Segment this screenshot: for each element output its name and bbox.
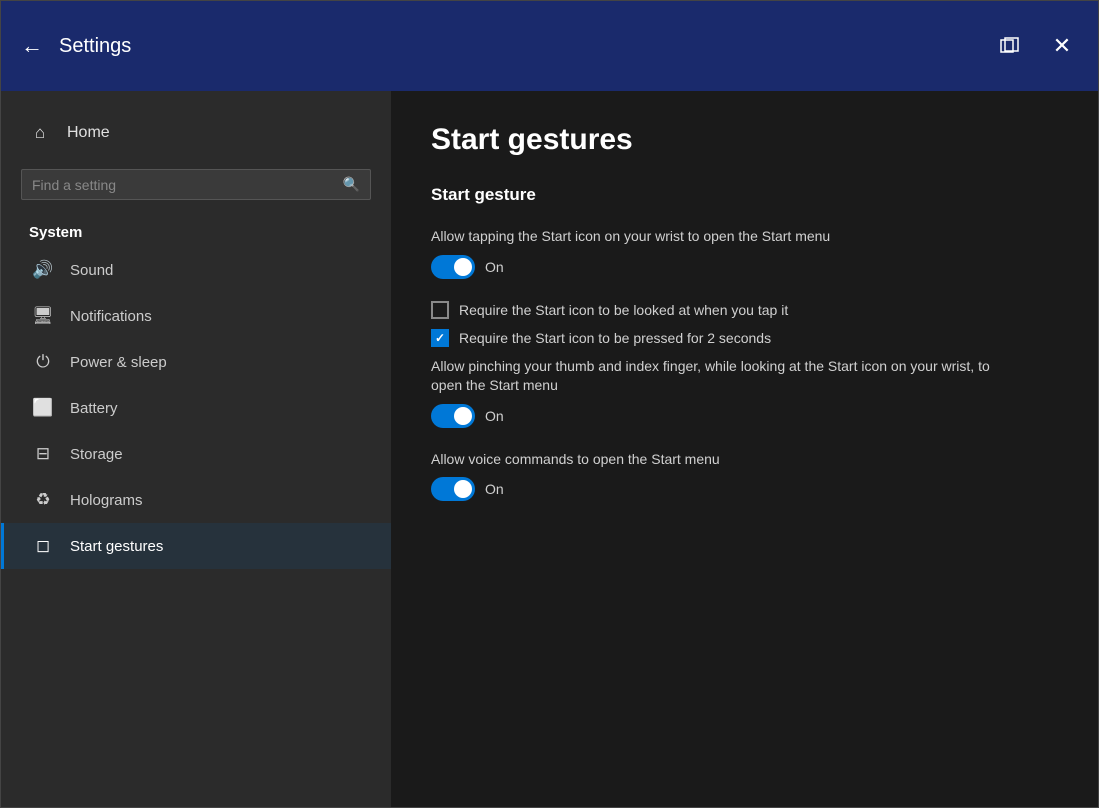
battery-icon: ⬜ [32,398,54,418]
setting-require-press: Require the Start icon to be pressed for… [431,329,1058,347]
setting-description: Allow voice commands to open the Start m… [431,450,991,470]
holograms-icon: ♻ [32,490,54,510]
sidebar-item-sound[interactable]: 🔊 Sound [1,247,391,293]
toggle-track [431,255,475,279]
home-icon: ⌂ [29,123,51,143]
sidebar-item-notifications[interactable]: 🖥 Notifications [1,293,391,339]
restore-icon [1000,37,1020,55]
sidebar-item-start-gestures[interactable]: ◻ Start gestures [1,523,391,569]
sidebar: ⌂ Home 🔍 System 🔊 Sound 🖥 Notifications … [1,91,391,807]
sidebar-item-label: Start gestures [70,538,163,555]
sidebar-item-label: Notifications [70,308,152,325]
notifications-icon: 🖥 [32,306,54,326]
titlebar: ← Settings ✕ [1,1,1098,91]
checkbox-require-look[interactable] [431,301,449,319]
toggle-track [431,404,475,428]
toggle-thumb [454,407,472,425]
storage-icon: ⊟ [32,444,54,464]
power-icon: ⏻ [32,352,54,372]
toggle-track [431,477,475,501]
back-button[interactable]: ← [21,35,43,57]
search-icon: 🔍 [343,176,360,193]
setting-description: Allow tapping the Start icon on your wri… [431,227,991,247]
sidebar-section-system: System [1,214,391,247]
toggle-label: On [485,408,504,424]
close-icon: ✕ [1053,33,1071,59]
setting-pinch-gesture: Allow pinching your thumb and index fing… [431,357,1058,428]
toggle-thumb [454,258,472,276]
sidebar-item-home[interactable]: ⌂ Home [1,111,391,155]
restore-button[interactable] [994,30,1026,62]
titlebar-controls: ✕ [994,30,1078,62]
setting-description: Allow pinching your thumb and index fing… [431,357,991,396]
toggle-tap-start[interactable] [431,255,475,279]
section-subtitle: Start gesture [431,185,1058,205]
toggle-label: On [485,259,504,275]
sidebar-item-label: Storage [70,446,123,463]
checkbox-label: Require the Start icon to be pressed for… [459,330,771,346]
settings-window: ← Settings ✕ ⌂ Home � [0,0,1099,808]
checkbox-label: Require the Start icon to be looked at w… [459,302,788,318]
sidebar-item-holograms[interactable]: ♻ Holograms [1,477,391,523]
sidebar-item-storage[interactable]: ⊟ Storage [1,431,391,477]
close-button[interactable]: ✕ [1046,30,1078,62]
checkbox-require-press[interactable] [431,329,449,347]
titlebar-title: Settings [59,35,994,58]
setting-tap-start-icon: Allow tapping the Start icon on your wri… [431,227,1058,279]
search-box: 🔍 [21,169,371,200]
setting-voice-commands: Allow voice commands to open the Start m… [431,450,1058,502]
sidebar-home-label: Home [67,124,110,142]
toggle-pinch[interactable] [431,404,475,428]
toggle-row: On [431,477,1058,501]
toggle-thumb [454,480,472,498]
sound-icon: 🔊 [32,260,54,280]
start-gestures-icon: ◻ [32,536,54,556]
sidebar-item-label: Sound [70,262,113,279]
sidebar-item-label: Battery [70,400,118,417]
setting-require-look: Require the Start icon to be looked at w… [431,301,1058,319]
sidebar-item-label: Holograms [70,492,143,509]
toggle-row: On [431,404,1058,428]
sidebar-item-battery[interactable]: ⬜ Battery [1,385,391,431]
toggle-label: On [485,481,504,497]
toggle-row: On [431,255,1058,279]
sidebar-item-label: Power & sleep [70,354,167,371]
content-area: Start gestures Start gesture Allow tappi… [391,91,1098,807]
sidebar-item-power-sleep[interactable]: ⏻ Power & sleep [1,339,391,385]
page-title: Start gestures [431,123,1058,157]
main-area: ⌂ Home 🔍 System 🔊 Sound 🖥 Notifications … [1,91,1098,807]
toggle-voice[interactable] [431,477,475,501]
search-input[interactable] [32,177,335,193]
